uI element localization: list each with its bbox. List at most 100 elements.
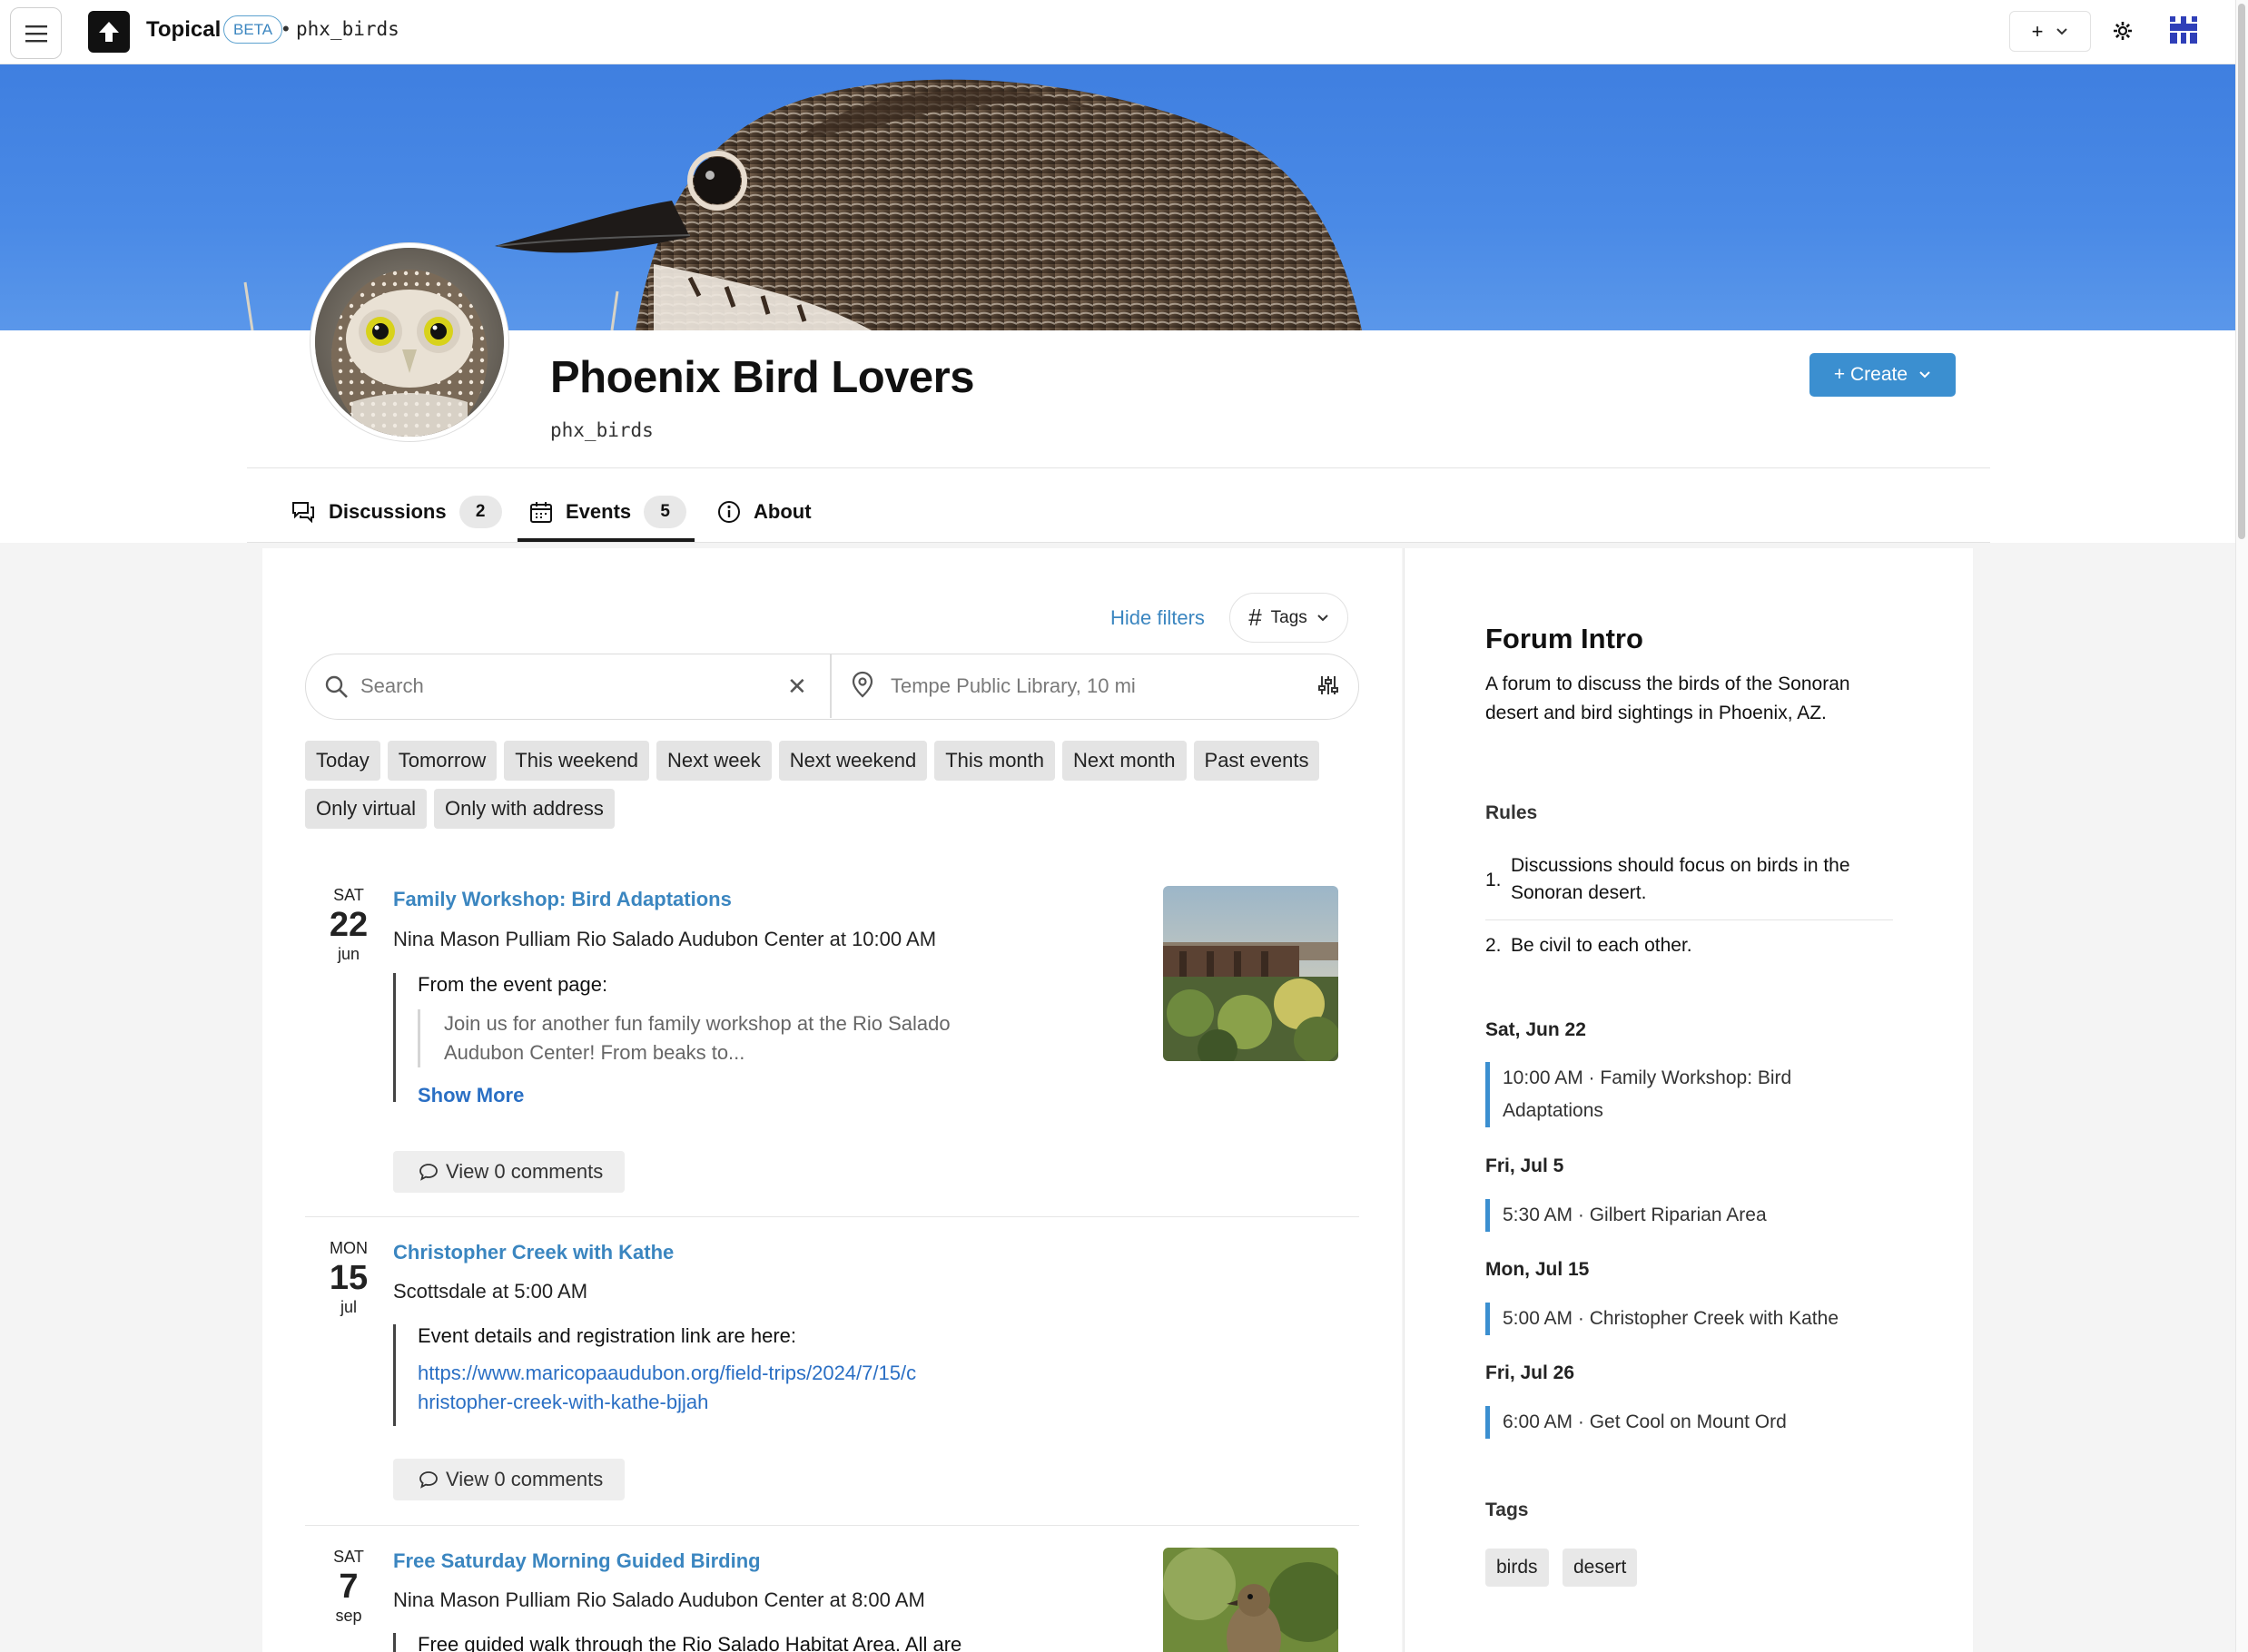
rule-number: 1. — [1485, 870, 1502, 890]
tab-discussions[interactable]: Discussions 2 — [291, 481, 502, 543]
tab-events[interactable]: Events 5 — [529, 481, 687, 543]
event-thumbnail[interactable] — [1163, 1548, 1338, 1652]
hamburger-menu-button[interactable] — [10, 7, 62, 59]
brand-name[interactable]: Topical — [146, 17, 221, 43]
event-title[interactable]: Christopher Creek with Kathe — [393, 1241, 674, 1264]
rules-heading: Rules — [1485, 802, 1538, 823]
event-divider — [305, 1216, 1359, 1217]
location-settings-icon[interactable] — [1318, 674, 1338, 696]
forum-title: Phoenix Bird Lovers — [550, 353, 975, 402]
comment-icon — [419, 1164, 438, 1181]
schedule-date: Fri, Jul 5 — [1485, 1155, 1564, 1176]
forum-intro-text: A forum to discuss the birds of the Sono… — [1485, 674, 1850, 723]
event-month: sep — [335, 1607, 362, 1625]
chevron-down-icon — [1317, 614, 1328, 621]
schedule-date: Mon, Jul 15 — [1485, 1259, 1590, 1280]
event-location-time: Scottsdale at 5:00 AM — [393, 1280, 588, 1303]
hamburger-icon — [25, 25, 47, 42]
discussion-icon — [292, 502, 314, 524]
info-icon — [718, 501, 740, 523]
event-description-lead: Free guided walk through the Rio Salado … — [418, 1633, 962, 1652]
plus-icon: + — [2031, 19, 2044, 43]
rule-text: Be civil to each other. — [1511, 935, 1692, 956]
event-title[interactable]: Free Saturday Morning Guided Birding — [393, 1549, 761, 1573]
search-icon — [325, 675, 348, 698]
event-day: 15 — [329, 1259, 369, 1297]
breadcrumb-forum-slug[interactable]: phx_birds — [296, 18, 399, 40]
event-date: SAT 7 sep — [305, 1548, 392, 1626]
chip-only-virtual[interactable]: Only virtual — [305, 789, 428, 829]
schedule-event-link[interactable]: 5:30 AM · Gilbert Riparian Area — [1485, 1199, 1767, 1232]
chevron-down-icon — [2056, 27, 2068, 34]
view-comments-button[interactable]: View 0 comments — [393, 1459, 626, 1500]
view-comments-label: View 0 comments — [446, 1160, 604, 1183]
tab-count: 2 — [458, 496, 502, 528]
create-button[interactable]: + Create — [1809, 353, 1956, 397]
breadcrumb-separator: • — [282, 17, 290, 40]
search-input[interactable] — [360, 671, 787, 702]
create-button-label: + Create — [1833, 364, 1908, 385]
schedule-event-link[interactable]: 5:00 AM · Christopher Creek with Kathe — [1485, 1303, 1839, 1335]
event-date: MON 15 jul — [305, 1239, 392, 1317]
chip-today[interactable]: Today — [305, 741, 380, 781]
topical-logo[interactable] — [88, 11, 130, 53]
user-avatar[interactable] — [2168, 15, 2199, 45]
event-month: jun — [337, 945, 360, 963]
calendar-icon — [530, 502, 552, 523]
chevron-down-icon — [1919, 371, 1930, 379]
schedule-event-link[interactable]: 6:00 AM · Get Cool on Mount Ord — [1485, 1406, 1787, 1439]
chip-past-events[interactable]: Past events — [1193, 741, 1320, 781]
chip-next-month[interactable]: Next month — [1062, 741, 1187, 781]
event-title[interactable]: Family Workshop: Bird Adaptations — [393, 888, 732, 911]
forum-intro-title: Forum Intro — [1485, 623, 1643, 654]
event-weekday: SAT — [333, 1548, 364, 1566]
comment-icon — [419, 1471, 438, 1489]
location-input[interactable] — [891, 671, 1299, 702]
schedule-event-link[interactable]: 10:00 AM · Family Workshop: Bird Adaptat… — [1485, 1062, 1830, 1127]
view-comments-button[interactable]: View 0 comments — [393, 1151, 626, 1193]
quick-create-button[interactable]: + — [2009, 11, 2091, 52]
chip-this-month[interactable]: This month — [934, 741, 1056, 781]
event-excerpt: Join us for another fun family workshop … — [418, 1009, 999, 1067]
rule-item: 1. Discussions should focus on birds in … — [1485, 852, 1893, 907]
tab-label: About — [754, 500, 812, 523]
tags-heading: Tags — [1485, 1500, 1529, 1520]
chip-next-week[interactable]: Next week — [656, 741, 772, 781]
scrollbar-thumb[interactable] — [2238, 4, 2245, 539]
chip-next-weekend[interactable]: Next weekend — [778, 741, 928, 781]
event-description-lead: From the event page: — [418, 973, 608, 996]
hide-filters-link[interactable]: Hide filters — [1110, 606, 1205, 630]
settings-button[interactable] — [2105, 13, 2141, 49]
event-divider — [305, 1525, 1359, 1526]
chip-tomorrow[interactable]: Tomorrow — [387, 741, 498, 781]
event-description: Free guided walk through the Rio Salado … — [393, 1633, 961, 1652]
view-comments-label: View 0 comments — [446, 1468, 604, 1490]
tag-birds[interactable]: birds — [1485, 1549, 1549, 1587]
forum-avatar — [311, 243, 508, 441]
event-location-time: Nina Mason Pulliam Rio Salado Audubon Ce… — [393, 1588, 925, 1611]
event-day: 7 — [339, 1568, 359, 1606]
event-registration-link[interactable]: https://www.maricopaaudubon.org/field-tr… — [418, 1359, 926, 1417]
rule-item: 2. Be civil to each other. — [1485, 932, 1893, 959]
event-weekday: SAT — [333, 886, 364, 904]
event-location-time: Nina Mason Pulliam Rio Salado Audubon Ce… — [393, 928, 937, 950]
gear-icon — [2114, 22, 2132, 40]
tab-label: Discussions — [329, 500, 447, 523]
event-date: SAT 22 jun — [305, 886, 392, 964]
search-divider — [830, 654, 832, 718]
rule-number: 2. — [1485, 935, 1502, 956]
show-more-link[interactable]: Show More — [418, 1084, 999, 1107]
tags-filter-button[interactable]: # Tags — [1229, 593, 1348, 643]
event-item: MON 15 jul Christopher Creek with Kathe … — [305, 1239, 1359, 1529]
schedule-date: Sat, Jun 22 — [1485, 1019, 1586, 1040]
event-thumbnail[interactable] — [1163, 886, 1338, 1061]
location-pin-icon — [852, 671, 873, 698]
chip-only-with-address[interactable]: Only with address — [434, 789, 615, 829]
tab-about[interactable]: About — [717, 481, 812, 543]
tab-label: Events — [566, 500, 632, 523]
clear-search-icon[interactable]: ✕ — [787, 673, 807, 701]
event-month: jul — [340, 1298, 357, 1316]
chip-this-weekend[interactable]: This weekend — [504, 741, 650, 781]
tag-desert[interactable]: desert — [1563, 1549, 1638, 1587]
event-item: SAT 22 jun Family Workshop: Bird Adaptat… — [305, 886, 1359, 1231]
